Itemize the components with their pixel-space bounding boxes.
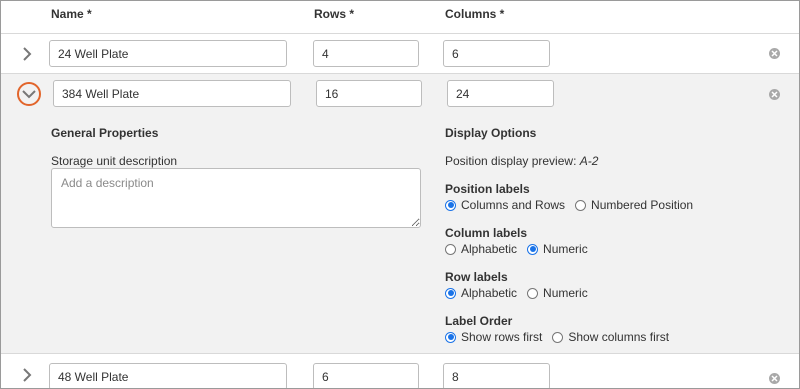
position-preview-label: Position display preview: bbox=[445, 154, 577, 168]
table-header: Name * Rows * Columns * bbox=[1, 1, 799, 34]
close-circle-icon[interactable] bbox=[769, 89, 780, 100]
radio-show-rows-first[interactable]: Show rows first bbox=[445, 330, 542, 344]
column-labels-title: Column labels bbox=[445, 226, 528, 240]
header-name: Name * bbox=[51, 7, 92, 21]
header-rows: Rows * bbox=[314, 7, 355, 21]
name-input[interactable] bbox=[49, 363, 287, 388]
table-row bbox=[1, 355, 799, 388]
general-properties-title: General Properties bbox=[51, 126, 159, 140]
radio-numbered-position[interactable]: Numbered Position bbox=[575, 198, 693, 212]
radio-column-alphabetic[interactable]: Alphabetic bbox=[445, 242, 517, 256]
column-labels-radio-group: Alphabetic Numeric bbox=[445, 242, 598, 256]
chevron-down-icon[interactable] bbox=[17, 82, 41, 106]
description-label: Storage unit description bbox=[51, 154, 178, 168]
radio-unselected[interactable] bbox=[445, 243, 456, 255]
chevron-right-icon[interactable] bbox=[16, 364, 38, 386]
close-circle-icon[interactable] bbox=[769, 48, 780, 59]
radio-selected[interactable] bbox=[445, 199, 456, 211]
description-textarea[interactable] bbox=[51, 168, 421, 228]
rows-input[interactable] bbox=[316, 80, 422, 107]
rows-input[interactable] bbox=[313, 40, 419, 67]
radio-selected[interactable] bbox=[445, 287, 456, 299]
radio-unselected[interactable] bbox=[575, 199, 587, 211]
name-input[interactable] bbox=[49, 40, 287, 67]
table-row bbox=[1, 34, 799, 74]
display-options-title: Display Options bbox=[445, 126, 537, 140]
radio-unselected[interactable] bbox=[527, 287, 539, 299]
name-input[interactable] bbox=[53, 80, 291, 107]
header-columns: Columns * bbox=[445, 7, 505, 21]
rows-input[interactable] bbox=[313, 363, 419, 388]
close-circle-icon[interactable] bbox=[769, 373, 780, 384]
radio-row-alphabetic[interactable]: Alphabetic bbox=[445, 286, 517, 300]
row-labels-radio-group: Alphabetic Numeric bbox=[445, 286, 598, 300]
table-row-expanded: General Properties Storage unit descript… bbox=[1, 74, 799, 354]
row-labels-title: Row labels bbox=[445, 270, 508, 284]
position-labels-radio-group: Columns and Rows Numbered Position bbox=[445, 198, 703, 212]
position-labels-title: Position labels bbox=[445, 182, 530, 196]
radio-row-numeric[interactable]: Numeric bbox=[527, 286, 588, 300]
columns-input[interactable] bbox=[443, 40, 550, 67]
label-order-radio-group: Show rows first Show columns first bbox=[445, 330, 679, 344]
radio-selected[interactable] bbox=[445, 331, 456, 343]
columns-input[interactable] bbox=[443, 363, 550, 388]
storage-units-panel: Name * Rows * Columns * General Properti… bbox=[0, 0, 800, 389]
radio-column-numeric[interactable]: Numeric bbox=[527, 242, 588, 256]
columns-input[interactable] bbox=[447, 80, 554, 107]
label-order-title: Label Order bbox=[445, 314, 513, 328]
radio-columns-and-rows[interactable]: Columns and Rows bbox=[445, 198, 565, 212]
chevron-right-icon[interactable] bbox=[16, 43, 38, 65]
position-preview-value: A-2 bbox=[579, 154, 599, 168]
radio-selected[interactable] bbox=[527, 243, 539, 255]
radio-unselected[interactable] bbox=[552, 331, 564, 343]
radio-show-columns-first[interactable]: Show columns first bbox=[552, 330, 669, 344]
position-preview: Position display preview: A-2 bbox=[445, 154, 598, 168]
